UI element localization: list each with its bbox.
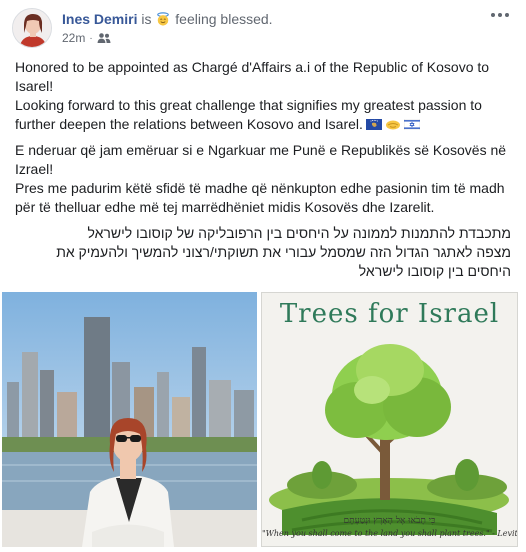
meta-separator: · [89, 32, 93, 44]
ellipsis-icon-dot [498, 13, 502, 17]
post-body: Honored to be appointed as Chargé d'Affa… [15, 58, 515, 288]
hebrew-paragraph: מתכבדת להתמנות לממונה על היחסים בין הרפו… [15, 224, 515, 281]
portrait-photo-image [2, 292, 257, 547]
post-meta: 22m · [62, 31, 111, 45]
ellipsis-icon [491, 13, 495, 17]
author-line: Ines Demiri is feeling blessed. [62, 10, 273, 28]
feeling-text: feeling blessed. [175, 11, 273, 27]
english-paragraph: Honored to be appointed as Chargé d'Affa… [15, 58, 515, 134]
is-text: is [141, 11, 152, 27]
avatar-photo [13, 9, 51, 47]
trees-caption-english: "When you shall come to the land you sha… [262, 529, 518, 538]
friends-icon[interactable] [97, 32, 111, 44]
facebook-post: Ines Demiri is feeling blessed. 22m · Ho… [0, 0, 526, 552]
hebrew-line-1: מתכבדת להתמנות לממונה על היחסים בין הרפו… [87, 225, 511, 241]
ellipsis-icon-dot [505, 13, 509, 17]
handshake-emoji-icon [385, 120, 400, 130]
trees-caption-hebrew: כִּי תָבֹאוּ אֶל הָאָרֶץ וּנְטַעְתֶּם [343, 516, 436, 526]
israel-flag-icon [403, 119, 420, 130]
trees-title: Trees for Israel [279, 299, 500, 329]
kosovo-flag-icon [365, 119, 382, 130]
albanian-line-1: E nderuar që jam emëruar si e Ngarkuar m… [15, 142, 507, 177]
more-options-button[interactable] [488, 6, 512, 24]
english-line-2: Looking forward to this great challenge … [15, 96, 515, 134]
smiling-halo-emoji-icon [157, 12, 170, 26]
avatar[interactable] [12, 8, 52, 48]
trees-for-israel-image[interactable]: Trees for Israel כִּי תָבֹאוּ אֶל הָאָרֶ… [261, 292, 518, 547]
tree-illustration [269, 344, 509, 535]
author-name[interactable]: Ines Demiri [62, 11, 137, 27]
timestamp[interactable]: 22m [62, 31, 85, 45]
portrait-photo[interactable] [2, 292, 257, 547]
albanian-line-2: Pres me padurim këtë sfidë të madhe që n… [15, 180, 505, 215]
hebrew-line-2: מצפה לאתגר הגדול הזה שמסמל עבורי את תשוק… [56, 244, 511, 279]
albanian-paragraph: E nderuar që jam emëruar si e Ngarkuar m… [15, 141, 515, 217]
english-line-1: Honored to be appointed as Chargé d'Affa… [15, 59, 490, 94]
